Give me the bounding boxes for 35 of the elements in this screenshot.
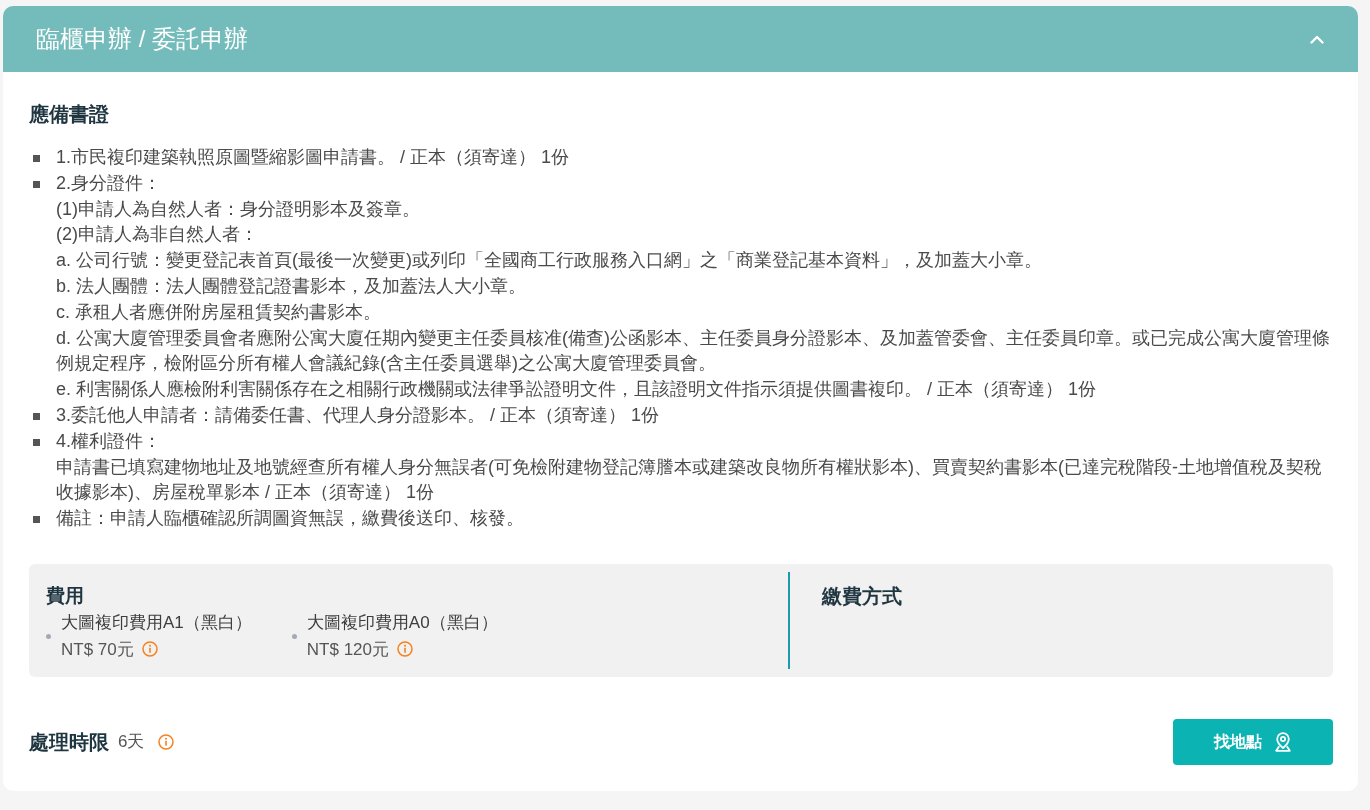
- document-text: (2)申請人為非自然人者：: [56, 223, 259, 247]
- info-icon[interactable]: [141, 641, 158, 658]
- document-text: (1)申請人為自然人者：身分證明影本及簽章。: [56, 197, 421, 221]
- document-text: 2.身分證件：: [56, 171, 162, 195]
- fee-item-name: 大圖複印費用A0（黑白）: [306, 611, 498, 634]
- section-heading: 應備書證: [29, 102, 110, 127]
- bullet-icon: [33, 180, 40, 188]
- document-text: 3.委託他人申請者：請備委任書、代理人身分證影本。 / 正本（須寄達） 1份: [56, 403, 661, 427]
- document-text: e. 利害關係人應檢附利害關係存在之相關行政機關或法律爭訟證明文件，且該證明文件指示須提供圖書複印。 / 正本（須寄達） 1份: [56, 378, 1098, 402]
- accordion-header[interactable]: 臨櫃申辦 / 委託申辦: [3, 6, 1358, 72]
- document-text: d. 公寓大廈管理委員會者應附公寓大廈任期內變更主任委員核准(備查)公函影本、主任委員身分證影本、及加蓋管委會、主任委員印章。或已完成公寓大廈管理條例規定程序，檢附區分所有權人會議紀錄(含主任委員選舉)之公寓大廈管理委員會。: [56, 326, 1331, 376]
- document-text: 1.市民複印建築執照原圖暨縮影圖申請書。 / 正本（須寄達） 1份: [56, 146, 571, 169]
- bullet-icon: [33, 155, 40, 162]
- payment-heading: 繳費方式: [821, 583, 902, 609]
- processing-label: 處理時限: [29, 729, 109, 755]
- info-icon[interactable]: [158, 733, 175, 750]
- document-text: a. 公司行號：變更登記表首頁(最後一次變更)或列印「全國商工行政服務入口網」之「商業登記基本資料」，及加蓋大小章。: [56, 249, 1043, 273]
- bullet-icon: [33, 516, 40, 524]
- document-text: 備註：申請人臨櫃確認所調圖資無誤，繳費後送印、核發。: [56, 507, 525, 531]
- find-location-button[interactable]: 找地點: [1173, 718, 1333, 765]
- info-icon[interactable]: [397, 641, 413, 658]
- processing-value: 6天: [118, 730, 145, 753]
- map-pin-icon: [1274, 731, 1292, 752]
- document-text: 申請書已填寫建物地址及地號經查所有權人身分無誤者(可免檢附建物登記簿謄本或建築改良物所有權狀影本)、買賣契約書影本(已達完稅階段-土地增值稅及契稅收據影本)、房屋稅單影本 / 正本（須寄達） 1份: [56, 455, 1323, 505]
- fee-price: NT$ 120元: [306, 638, 389, 661]
- fee-item-name: 大圖複印費用A1（黑白）: [61, 611, 252, 634]
- bullet-icon: [291, 634, 297, 640]
- bullet-icon: [33, 438, 40, 446]
- document-text: c. 承租人者應併附房屋租賃契約書影本。: [56, 300, 382, 324]
- document-text: b. 法人團體：法人團體登記證書影本，及加蓋法人大小章。: [56, 275, 527, 298]
- bullet-icon: [33, 412, 40, 420]
- fee-price: NT$ 70元: [61, 638, 134, 661]
- fee-heading: 費用: [46, 583, 85, 608]
- document-text: 4.權利證件：: [56, 429, 162, 453]
- bullet-icon: [46, 634, 51, 640]
